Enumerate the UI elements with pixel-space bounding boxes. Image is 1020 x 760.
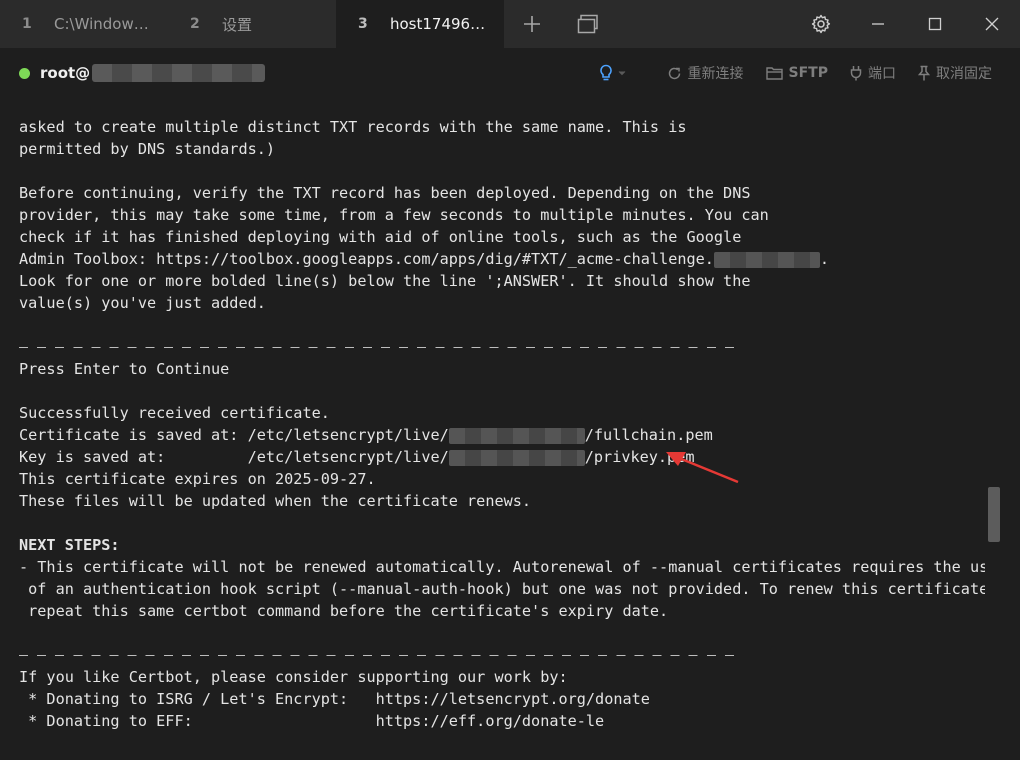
acme-url-tail: . bbox=[819, 250, 830, 268]
terminal-line: Press Enter to Continue bbox=[19, 360, 230, 378]
minimize-button[interactable] bbox=[849, 0, 906, 48]
sftp-label: SFTP bbox=[788, 65, 828, 81]
pin-icon bbox=[918, 65, 930, 81]
port-label: 端口 bbox=[868, 66, 896, 82]
tab-title: 设置 bbox=[222, 15, 253, 34]
terminal-line: This certificate expires on 2025-09-27. bbox=[19, 470, 376, 488]
tab-title: C:\Window… bbox=[54, 15, 149, 33]
new-tab-button[interactable] bbox=[504, 0, 560, 48]
terminal-line: asked to create multiple distinct TXT re… bbox=[19, 118, 687, 136]
terminal-line: * Donating to ISRG / Let's Encrypt: http… bbox=[19, 690, 650, 708]
folder-icon bbox=[765, 67, 783, 80]
tab-number: 1 bbox=[22, 16, 32, 32]
terminal-scrollbar[interactable] bbox=[988, 116, 1000, 736]
terminal-line: Certificate is saved at: /etc/letsencryp… bbox=[19, 424, 985, 446]
terminal-line: Key is saved at: /etc/letsencrypt/live//… bbox=[19, 446, 985, 468]
tab-number: 3 bbox=[358, 16, 368, 32]
terminal-line: repeat this same certbot command before … bbox=[19, 602, 669, 620]
terminal-line: provider, this may take some time, from … bbox=[19, 206, 769, 224]
plug-icon bbox=[850, 66, 862, 81]
terminal-line: Admin Toolbox: https://toolbox.googleapp… bbox=[19, 248, 985, 270]
maximize-icon bbox=[928, 17, 941, 31]
annotation-arrow-icon bbox=[666, 452, 739, 484]
dashed-separator bbox=[19, 336, 985, 358]
chevron-down-icon bbox=[618, 71, 625, 76]
tab-host[interactable]: 3 host17496… bbox=[336, 0, 504, 48]
redacted-domain bbox=[448, 427, 585, 444]
tab-number: 2 bbox=[190, 16, 200, 32]
connection-status-indicator bbox=[19, 67, 30, 79]
plus-icon bbox=[524, 16, 540, 32]
redacted-domain bbox=[448, 449, 585, 466]
close-button[interactable] bbox=[963, 0, 1020, 48]
close-icon bbox=[985, 17, 998, 31]
reconnect-label: 重新连接 bbox=[687, 66, 744, 82]
tab-cmd[interactable]: 1 C:\Window… bbox=[0, 0, 168, 48]
unpin-label: 取消固定 bbox=[936, 66, 992, 82]
tab-settings[interactable]: 2 设置 bbox=[168, 0, 336, 48]
scrollbar-thumb[interactable] bbox=[988, 487, 1000, 542]
reconnect-button[interactable]: 重新连接 bbox=[667, 63, 744, 83]
lightbulb-icon bbox=[599, 64, 612, 81]
tab-overview-button[interactable] bbox=[560, 0, 616, 48]
tab-title: host17496… bbox=[390, 15, 486, 33]
minimize-icon bbox=[871, 23, 884, 25]
port-forward-button[interactable]: 端口 bbox=[850, 63, 896, 83]
terminal-line: These files will be updated when the cer… bbox=[19, 492, 532, 510]
refresh-icon bbox=[668, 67, 680, 79]
terminal-line: Before continuing, verify the TXT record… bbox=[19, 184, 751, 202]
connection-bar: root@ 重新连接 SFTP 端口 取消固定 bbox=[0, 48, 1020, 98]
terminal-line: value(s) you've just added. bbox=[19, 294, 266, 312]
terminal-line: Look for one or more bolded line(s) belo… bbox=[19, 272, 751, 290]
terminal-line: of an authentication hook script (--manu… bbox=[19, 580, 985, 598]
settings-button[interactable] bbox=[792, 0, 849, 48]
cert-path-prefix: Certificate is saved at: /etc/letsencryp… bbox=[19, 426, 449, 444]
terminal-line: Successfully received certificate. bbox=[19, 404, 330, 422]
redacted-hostname bbox=[92, 64, 266, 82]
dashed-separator bbox=[19, 644, 985, 666]
terminal-heading: NEXT STEPS: bbox=[19, 536, 120, 554]
maximize-button[interactable] bbox=[906, 0, 963, 48]
terminal-line: * Donating to EFF: https://eff.org/donat… bbox=[19, 712, 605, 730]
terminal-line: If you like Certbot, please consider sup… bbox=[19, 668, 568, 686]
host-user-label: root@ bbox=[40, 64, 91, 82]
gear-icon bbox=[811, 14, 830, 34]
acme-url-text: Admin Toolbox: https://toolbox.googleapp… bbox=[19, 250, 714, 268]
key-path-prefix: Key is saved at: /etc/letsencrypt/live/ bbox=[19, 448, 449, 466]
redacted-domain bbox=[713, 251, 820, 268]
terminal-output[interactable]: asked to create multiple distinct TXT re… bbox=[19, 116, 985, 746]
terminal-line: check if it has finished deploying with … bbox=[19, 228, 742, 246]
windows-overview-icon bbox=[577, 14, 598, 34]
sftp-button[interactable]: SFTP bbox=[765, 65, 828, 81]
unpin-button[interactable]: 取消固定 bbox=[918, 63, 992, 83]
hint-dropdown-button[interactable] bbox=[599, 64, 627, 82]
terminal-line: permitted by DNS standards.) bbox=[19, 140, 276, 158]
tab-bar: 1 C:\Window… 2 设置 3 host17496… bbox=[0, 0, 1020, 48]
terminal-line: - This certificate will not be renewed a… bbox=[19, 558, 985, 576]
